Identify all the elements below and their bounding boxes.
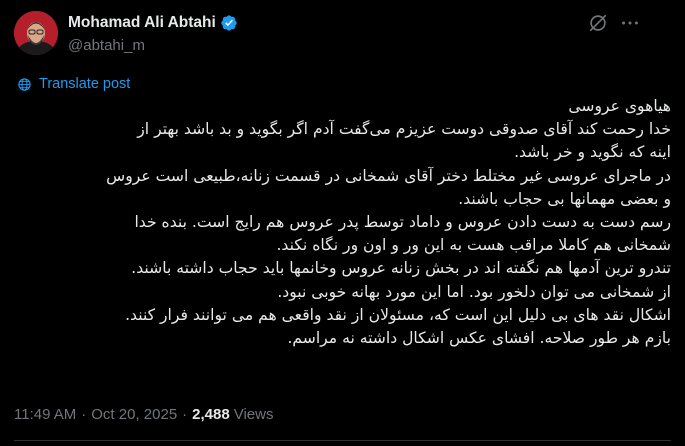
avatar-image (14, 11, 58, 55)
post-text-line: خدا رحمت کند آقای صدوقی دوست عزیزم می‌گف… (137, 120, 671, 139)
post-metadata: 11:49 AM · Oct 20, 2025 · 2,488 Views (14, 406, 273, 423)
author-handle[interactable]: @abtahi_m (68, 37, 145, 54)
divider (14, 440, 671, 441)
meta-separator: · (81, 406, 87, 423)
post-text-line: بازم هر طور صلاحه. افشای عکس اشکال داشته… (287, 329, 671, 348)
avatar[interactable] (14, 11, 58, 55)
meta-separator: · (182, 406, 188, 423)
more-options-button[interactable] (619, 12, 641, 34)
grok-icon (589, 14, 607, 32)
views-count: 2,488 (192, 406, 230, 423)
grok-button[interactable] (587, 12, 609, 34)
post: Mohamad Ali Abtahi @abtahi_m Translate p… (0, 0, 685, 446)
post-time[interactable]: 11:49 AM (14, 406, 76, 423)
post-text-line: از شمخانی می توان دلخور بود. اما این مور… (277, 282, 671, 301)
post-text-line: هیاهوی عروسی (568, 97, 671, 115)
post-text-line: شمخانی هم کاملا مراقب هست به این ور و او… (276, 236, 671, 255)
post-text-line: رسم دست به دست دادن عروس و داماد توسط پد… (134, 213, 671, 232)
verified-badge-icon[interactable] (220, 14, 238, 32)
post-text-line: و بعضی مهمانها بی حجاب باشند. (458, 189, 671, 208)
translate-label: Translate post (39, 76, 131, 92)
post-text-line: اشکال نقد های بی دلیل این است که، مسئولا… (125, 305, 671, 324)
globe-icon (18, 77, 31, 91)
author-name-row: Mohamad Ali Abtahi (68, 14, 238, 32)
translate-post-link[interactable]: Translate post (17, 76, 130, 92)
post-text-line: تندرو ترین آدمها هم نگفته اند در بخش زنا… (131, 259, 671, 278)
author-display-name[interactable]: Mohamad Ali Abtahi (68, 14, 216, 32)
more-icon (622, 21, 638, 25)
post-text: هیاهوی عروسی خدا رحمت کند آقای صدوقی دوس… (14, 95, 671, 350)
post-text-line: در ماجرای عروسی غیر مختلط دختر آقای شمخا… (106, 166, 671, 185)
post-text-line: اینه که نگوید و خر باشد. (514, 143, 671, 162)
views-label: Views (233, 406, 274, 423)
post-date[interactable]: Oct 20, 2025 (91, 406, 177, 423)
